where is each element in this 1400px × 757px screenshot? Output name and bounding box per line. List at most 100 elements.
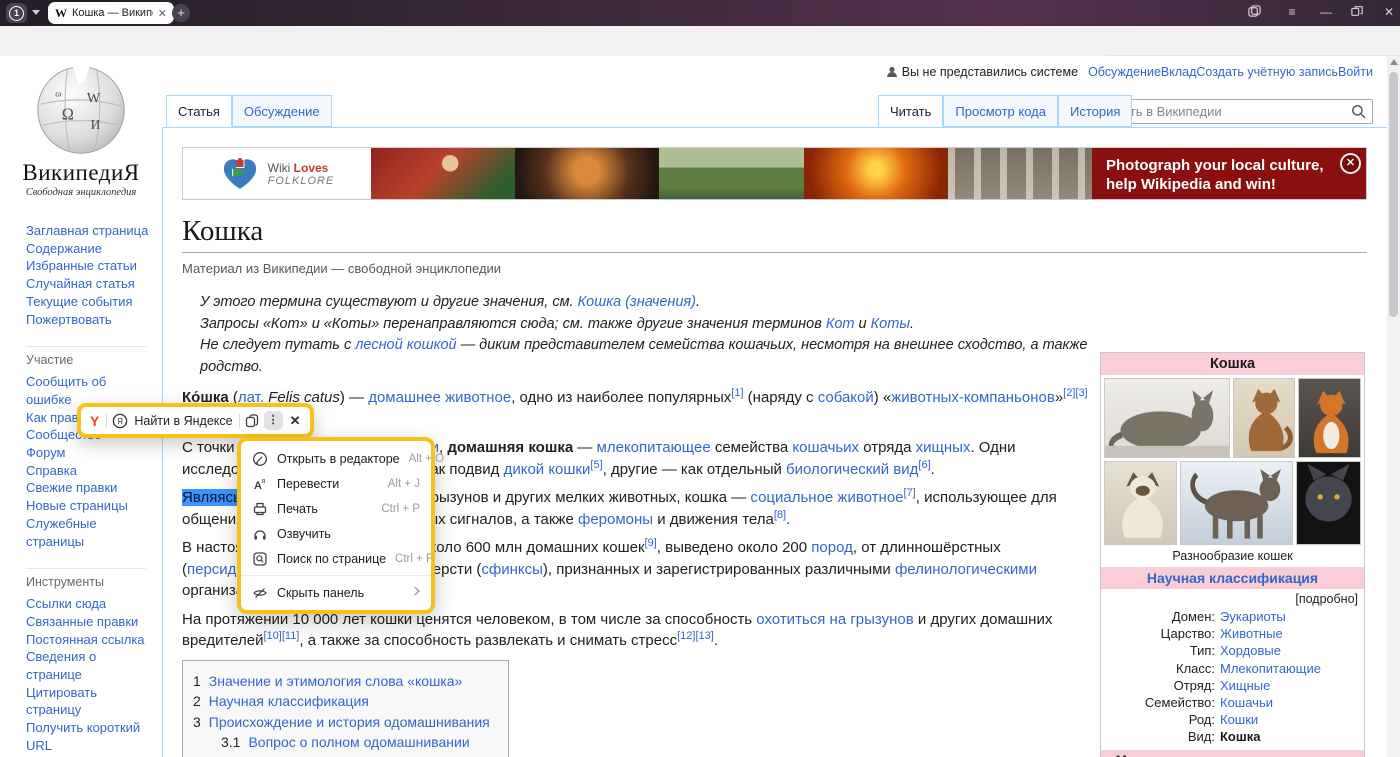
tab-history[interactable]: История	[1058, 95, 1132, 127]
browser-tab[interactable]: W Кошка — Википедия ✕	[48, 2, 174, 24]
menu-item-print[interactable]: Печать Ctrl + P	[241, 496, 431, 521]
wiki-link[interactable]: животных-компаньонов	[891, 389, 1055, 406]
sidebar-link[interactable]: Заглавная страница	[26, 222, 152, 240]
banner-close-icon[interactable]: ✕	[1340, 153, 1361, 174]
toc-item[interactable]: 3Происхождение и история одомашнивания	[193, 712, 490, 733]
toc-item[interactable]: 1Значение и этимология слова «кошка»	[193, 671, 490, 692]
sidebar-link[interactable]: Содержание	[26, 240, 152, 258]
toc-item[interactable]: 4Биология	[193, 753, 490, 757]
wiki-link[interactable]: лесной кошкой	[355, 337, 456, 353]
sidebar-link[interactable]: Свежие правки	[26, 479, 152, 497]
side-panels-icon[interactable]	[1246, 5, 1262, 21]
taxonomy-value[interactable]: Животные	[1220, 625, 1283, 642]
wiki-link[interactable]: Кот	[826, 316, 855, 332]
new-tab-button[interactable]: +	[172, 4, 190, 22]
cat-photo[interactable]	[1296, 461, 1361, 545]
sidebar-link[interactable]: Цитировать страницу	[26, 684, 152, 719]
reference-link[interactable]: [9]	[645, 537, 657, 549]
toc-text[interactable]: Происхождение и история одомашнивания	[209, 714, 490, 730]
reference-link[interactable]: [1]	[731, 387, 743, 399]
wiki-link[interactable]: собакой	[818, 389, 874, 406]
wiki-link[interactable]: Кошка (значения)	[578, 294, 696, 310]
wiki-loves-folklore-banner[interactable]: Wiki Loves FOLKLORE Photograph your loca…	[182, 147, 1367, 200]
reference-link[interactable]: [5]	[590, 459, 602, 471]
wiki-link[interactable]: хищных	[916, 439, 971, 456]
tab-close-icon[interactable]: ✕	[158, 7, 167, 20]
wiki-link[interactable]: сфинксы	[481, 561, 543, 578]
tab-group-button[interactable]: 1	[6, 3, 27, 23]
sidebar-link[interactable]: Справка	[26, 462, 152, 480]
wiki-link[interactable]: дикой кошки	[504, 461, 591, 478]
taxonomy-value[interactable]: Кошки	[1220, 711, 1258, 728]
browser-menu-icon[interactable]: ≡	[1284, 5, 1300, 19]
chevron-down-icon[interactable]	[32, 10, 40, 15]
personal-link[interactable]: Создать учётную запись	[1196, 65, 1338, 79]
wiki-link[interactable]: фелинологическими	[895, 561, 1037, 578]
sidebar-link[interactable]: Случайная статья	[26, 275, 152, 293]
taxonomy-value[interactable]: Хищные	[1220, 677, 1270, 694]
toc-item[interactable]: 2Научная классификация	[193, 691, 490, 712]
taxonomy-value[interactable]: Млекопитающие	[1220, 660, 1321, 677]
sidebar-link[interactable]: Сведения о странице	[26, 648, 152, 683]
restore-button[interactable]	[1349, 5, 1365, 20]
sidebar-link[interactable]: Ссылки сюда	[26, 595, 152, 613]
classification-header[interactable]: Научная классификация	[1101, 567, 1364, 589]
wiki-link[interactable]: биологический вид	[786, 461, 918, 478]
sidebar-link[interactable]: Новые страницы	[26, 497, 152, 515]
tab-read[interactable]: Читать	[878, 95, 943, 127]
tab-article[interactable]: Статья	[166, 95, 232, 127]
reference-link[interactable]: [8]	[774, 509, 786, 521]
toc-text[interactable]: Вопрос о полном одомашнивании	[248, 734, 469, 750]
menu-item-find-on-page[interactable]: Поиск по странице Ctrl + F	[241, 546, 431, 571]
cat-photo[interactable]	[1233, 378, 1296, 458]
wiki-link[interactable]: домашнее животное	[368, 389, 511, 406]
sidebar-link[interactable]: Связанные правки	[26, 613, 152, 631]
sidebar-link[interactable]: Получить короткий URL	[26, 719, 152, 754]
toolbar-close-icon[interactable]: ✕	[288, 413, 303, 429]
cat-photo[interactable]	[1104, 461, 1177, 545]
menu-item-open-in-editor[interactable]: Открыть в редакторе Alt + O	[241, 446, 431, 471]
cat-photo[interactable]	[1298, 378, 1361, 458]
cat-photo[interactable]	[1180, 461, 1293, 545]
toolbar-more-icon[interactable]: ⋮	[264, 411, 283, 430]
sidebar-link[interactable]: Пожертвовать	[26, 311, 152, 329]
wiki-link[interactable]: Коты	[871, 316, 910, 332]
wiki-link[interactable]: пород	[811, 539, 853, 556]
sidebar-link[interactable]: Форум	[26, 444, 152, 462]
scrollbar-thumb[interactable]	[1389, 72, 1398, 317]
wiki-search-input[interactable]	[1092, 99, 1373, 124]
close-button[interactable]: ✕	[1381, 5, 1397, 19]
taxonomy-value[interactable]: Кошачьи	[1220, 694, 1273, 711]
wikipedia-logo[interactable]: Ω W И ω ВикипедиЯ Свободная энциклопедия	[0, 62, 162, 198]
toc-text[interactable]: Научная классификация	[209, 693, 369, 709]
wiki-link[interactable]: социальное животное	[750, 489, 903, 506]
taxonomy-value[interactable]: Эукариоты	[1220, 608, 1286, 625]
cat-photo[interactable]	[1104, 378, 1230, 458]
toc-text[interactable]: Значение и этимология слова «кошка»	[209, 673, 463, 689]
search-icon[interactable]	[1351, 104, 1366, 124]
scroll-up-icon[interactable]	[1390, 59, 1398, 65]
reference-link[interactable]: [12][13]	[677, 630, 714, 642]
reference-link[interactable]: [7]	[904, 487, 916, 499]
sidebar-link[interactable]: Постоянная ссылка	[26, 631, 152, 649]
copy-icon[interactable]	[245, 414, 259, 428]
reference-link[interactable]: [6]	[918, 459, 930, 471]
tab-discussion[interactable]: Обсуждение	[232, 95, 332, 127]
sidebar-link[interactable]: Служебные страницы	[26, 515, 152, 550]
classification-details-link[interactable]: [подробно]	[1101, 589, 1364, 608]
menu-item-read-aloud[interactable]: Озвучить	[241, 521, 431, 546]
toc-item[interactable]: 3.1Вопрос о полном одомашнивании	[221, 732, 490, 753]
find-in-yandex-button[interactable]: Найти в Яндексе	[133, 414, 233, 428]
menu-item-hide-panel[interactable]: Скрыть панель	[241, 580, 431, 605]
personal-link[interactable]: Вклад	[1161, 65, 1197, 79]
wiki-link[interactable]: млекопитающее	[597, 439, 711, 456]
taxonomy-value[interactable]: Хордовые	[1220, 642, 1281, 659]
personal-link[interactable]: Обсуждение	[1088, 65, 1161, 79]
reference-link[interactable]: [10][11]	[263, 630, 299, 642]
wiki-link[interactable]: охотиться на грызунов	[756, 611, 913, 628]
menu-item-translate[interactable]: Ая Перевести Alt + J	[241, 471, 431, 496]
personal-link[interactable]: Войти	[1338, 65, 1373, 79]
sidebar-link[interactable]: Избранные статьи	[26, 257, 152, 275]
wiki-link[interactable]: феромоны	[578, 511, 653, 528]
page-scrollbar[interactable]	[1387, 56, 1400, 757]
